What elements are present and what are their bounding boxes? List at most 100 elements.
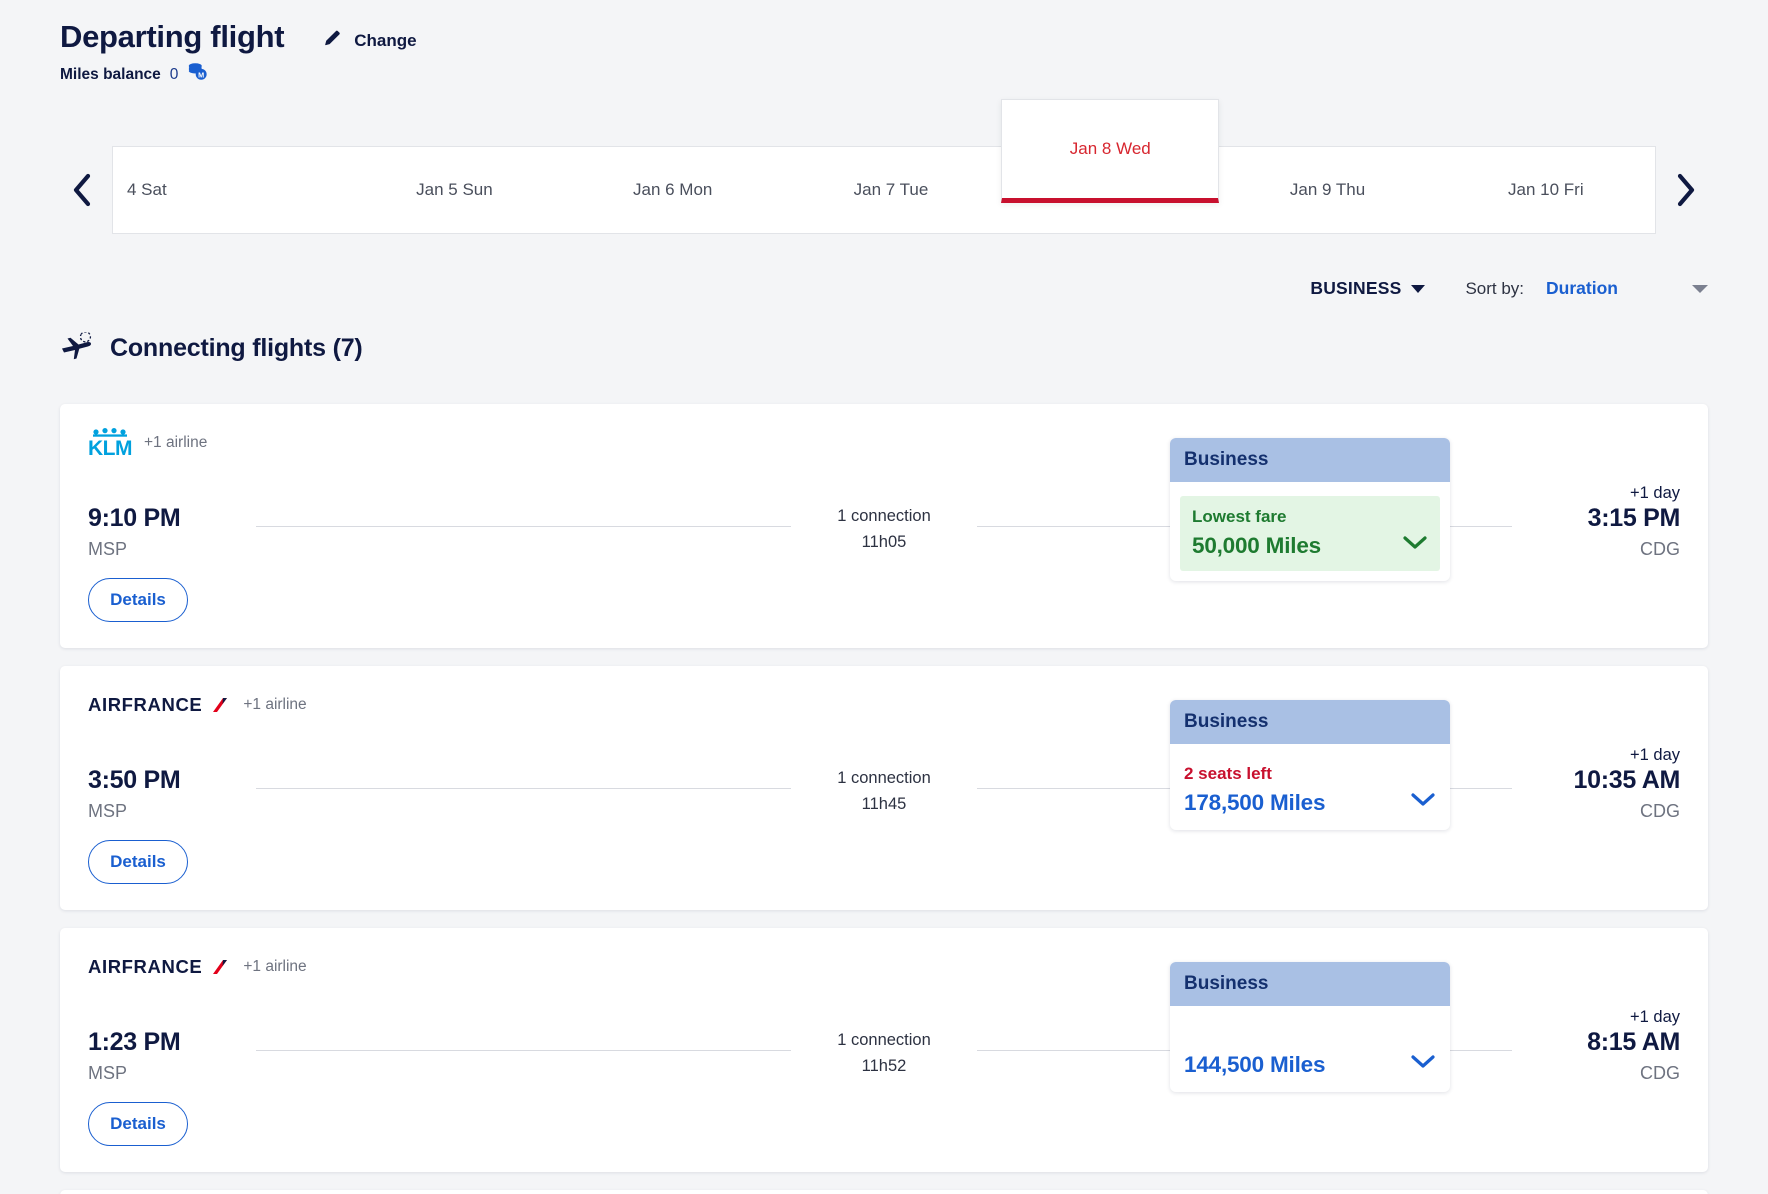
flight-results-page: Departing flight Change Miles balance 0 xyxy=(0,0,1768,1194)
arrival-day-offset: +1 day xyxy=(1530,484,1680,504)
departure-spacer xyxy=(88,484,238,504)
miles-balance-label: Miles balance xyxy=(60,66,161,84)
departure-airport: MSP xyxy=(88,539,238,560)
route-line-left xyxy=(256,788,791,789)
arrival-time: 8:15 AM xyxy=(1530,1028,1680,1057)
departure-time: 1:23 PM xyxy=(88,1028,238,1057)
connecting-flights-heading: Connecting flights (7) xyxy=(60,332,363,365)
fare-price: 144,500 Miles xyxy=(1184,1051,1325,1078)
air-france-slash-icon xyxy=(209,697,231,713)
filter-row: BUSINESS Sort by: Duration xyxy=(1310,278,1708,299)
fare-option[interactable]: Business Lowest fare 50,000 Miles xyxy=(1170,438,1450,581)
miles-balance-value: 0 xyxy=(170,66,179,84)
arrival-time: 10:35 AM xyxy=(1530,766,1680,795)
miles-coin-icon: M xyxy=(187,62,209,87)
details-button[interactable]: Details xyxy=(88,1102,188,1146)
fare-option[interactable]: Business 144,500 Miles xyxy=(1170,962,1450,1092)
fare-price: 178,500 Miles xyxy=(1184,789,1325,816)
connection-info: 1 connection 11h05 xyxy=(809,484,959,552)
connection-info: 1 connection 11h52 xyxy=(809,1008,959,1076)
connections-count: 1 connection xyxy=(809,768,959,789)
arrival-block: +1 day 8:15 AM CDG xyxy=(1530,1008,1680,1084)
date-tab-label: Jan 9 Thu xyxy=(1290,180,1365,200)
cabin-class-dropdown[interactable]: BUSINESS xyxy=(1310,278,1425,299)
date-tab-5[interactable]: Jan 9 Thu xyxy=(1218,147,1436,233)
departure-block: 1:23 PM MSP xyxy=(88,1008,238,1084)
departure-airport: MSP xyxy=(88,1063,238,1084)
flight-card[interactable]: AIRFRANCE +1 airline 3:50 PM MSP 1 conne… xyxy=(60,666,1708,910)
fare-texts: 144,500 Miles xyxy=(1184,1047,1325,1078)
flight-card[interactable]: AIRFRANCE +1 airline 1:23 PM MSP 1 conne… xyxy=(60,928,1708,1172)
flight-card-partial[interactable] xyxy=(60,1190,1708,1194)
date-tab-0[interactable]: 4 Sat xyxy=(113,147,345,233)
flight-duration: 11h05 xyxy=(809,533,959,552)
date-tab-label: Jan 10 Fri xyxy=(1508,180,1584,200)
extra-airlines-label: +1 airline xyxy=(243,696,306,714)
sort-by-value[interactable]: Duration xyxy=(1546,278,1618,299)
fare-highlight: Lowest fare 50,000 Miles xyxy=(1180,496,1440,571)
date-tab-label: Jan 7 Tue xyxy=(854,180,929,200)
cabin-class-value: BUSINESS xyxy=(1310,278,1401,299)
connecting-flight-icon xyxy=(60,332,94,365)
fare-price: 50,000 Miles xyxy=(1192,532,1321,559)
prev-dates-button[interactable] xyxy=(60,160,104,220)
next-dates-button[interactable] xyxy=(1664,160,1708,220)
klm-logo-text: KLM xyxy=(88,438,132,459)
change-label: Change xyxy=(354,31,416,51)
date-tab-3[interactable]: Jan 7 Tue xyxy=(782,147,1000,233)
arrival-airport: CDG xyxy=(1530,801,1680,822)
date-tab-selected[interactable]: Jan 8 Wed xyxy=(1001,99,1219,203)
miles-balance: Miles balance 0 M xyxy=(60,62,760,87)
fare-tag: Lowest fare xyxy=(1192,506,1321,528)
page-title: Departing flight xyxy=(60,18,284,55)
fare-body: Lowest fare 50,000 Miles xyxy=(1170,482,1450,581)
details-button[interactable]: Details xyxy=(88,578,188,622)
change-button[interactable]: Change xyxy=(322,27,416,54)
chevron-down-icon[interactable] xyxy=(1410,791,1436,814)
flight-list: KLM +1 airline 9:10 PM MSP 1 connection … xyxy=(60,404,1708,1194)
air-france-logo-text: AIRFRANCE xyxy=(88,696,202,715)
departure-block: 3:50 PM MSP xyxy=(88,746,238,822)
arrival-airport: CDG xyxy=(1530,1063,1680,1084)
fare-texts: 2 seats left 178,500 Miles xyxy=(1184,763,1325,816)
caret-down-icon xyxy=(1411,285,1425,293)
departure-block: 9:10 PM MSP xyxy=(88,484,238,560)
route-line-left xyxy=(256,1050,791,1051)
chevron-down-icon[interactable] xyxy=(1402,534,1428,557)
departure-airport: MSP xyxy=(88,801,238,822)
klm-logo: KLM xyxy=(88,428,132,459)
departure-time: 3:50 PM xyxy=(88,766,238,795)
date-tab-1[interactable]: Jan 5 Sun xyxy=(345,147,563,233)
date-tab-label: Jan 6 Mon xyxy=(633,180,712,200)
fare-cabin-label: Business xyxy=(1170,438,1450,482)
date-tab-label: 4 Sat xyxy=(127,180,167,200)
pencil-icon xyxy=(322,27,344,54)
date-tab-2[interactable]: Jan 6 Mon xyxy=(564,147,782,233)
air-france-logo: AIRFRANCE xyxy=(88,958,231,977)
fare-option[interactable]: Business 2 seats left 178,500 Miles xyxy=(1170,700,1450,830)
fare-cabin-label: Business xyxy=(1170,700,1450,744)
route-line-left xyxy=(256,526,791,527)
extra-airlines-label: +1 airline xyxy=(243,958,306,976)
section-title: Connecting flights (7) xyxy=(110,334,363,363)
departure-time: 9:10 PM xyxy=(88,504,238,533)
date-strip: 4 Sat Jan 5 Sun Jan 6 Mon Jan 7 Tue Jan … xyxy=(112,146,1656,234)
details-button[interactable]: Details xyxy=(88,840,188,884)
flight-duration: 11h45 xyxy=(809,795,959,814)
arrival-block: +1 day 10:35 AM CDG xyxy=(1530,746,1680,822)
sort-caret-down-icon[interactable] xyxy=(1692,285,1708,293)
extra-airlines-label: +1 airline xyxy=(144,434,207,452)
chevron-down-icon[interactable] xyxy=(1410,1053,1436,1076)
arrival-airport: CDG xyxy=(1530,539,1680,560)
arrival-day-offset: +1 day xyxy=(1530,1008,1680,1028)
flight-card[interactable]: KLM +1 airline 9:10 PM MSP 1 connection … xyxy=(60,404,1708,648)
arrival-block: +1 day 3:15 PM CDG xyxy=(1530,484,1680,560)
air-france-logo-text: AIRFRANCE xyxy=(88,958,202,977)
departure-spacer xyxy=(88,746,238,766)
air-france-slash-icon xyxy=(209,959,231,975)
arrival-time: 3:15 PM xyxy=(1530,504,1680,533)
connections-count: 1 connection xyxy=(809,506,959,527)
header-title-row: Departing flight Change xyxy=(60,18,760,55)
connections-count: 1 connection xyxy=(809,1030,959,1051)
date-tab-6[interactable]: Jan 10 Fri xyxy=(1437,147,1655,233)
